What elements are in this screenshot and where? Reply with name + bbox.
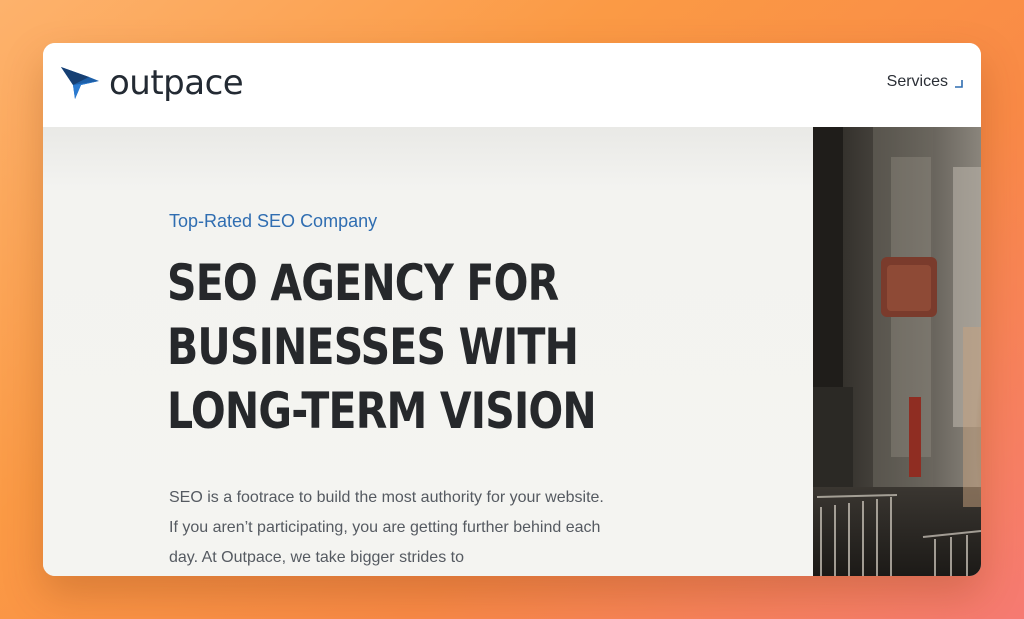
nav-services[interactable]: Services bbox=[887, 73, 963, 91]
hero-eyebrow: Top-Rated SEO Company bbox=[169, 211, 378, 231]
hero-body-text: SEO is a footrace to build the most auth… bbox=[169, 489, 604, 566]
browser-window: outpace Services Top-Rated SEO Company S… bbox=[43, 43, 981, 576]
logo-link[interactable]: outpace bbox=[59, 61, 244, 105]
hero-section: Top-Rated SEO Company SEO AGENCY FOR BUS… bbox=[43, 127, 813, 576]
hero-photo bbox=[813, 127, 981, 576]
hero-headline: SEO AGENCY FOR BUSINESSES WITH LONG-TERM… bbox=[167, 254, 597, 440]
nav-services-label: Services bbox=[886, 73, 948, 90]
site-header: outpace Services bbox=[43, 43, 981, 127]
outpace-arrow-logo-icon bbox=[61, 67, 99, 99]
corner-arrow-icon bbox=[955, 80, 963, 88]
logo-wordmark: outpace bbox=[109, 63, 244, 103]
